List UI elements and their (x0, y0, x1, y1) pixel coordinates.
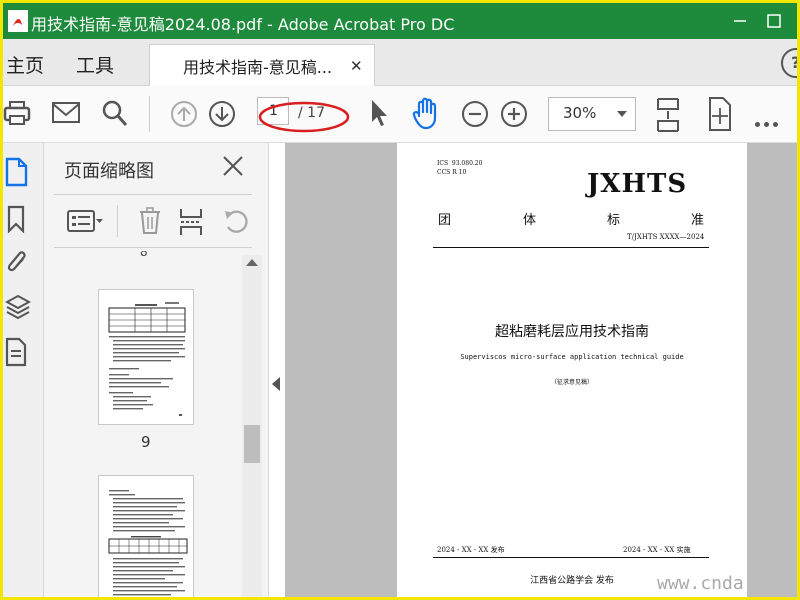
document-properties-icon[interactable] (5, 337, 27, 367)
maximize-icon[interactable] (759, 9, 789, 33)
thumbnail-list[interactable]: 8 9 (44, 251, 240, 597)
annotation-ellipse (258, 101, 350, 133)
implement-date: 2024 - XX - XX 实施 (623, 546, 691, 554)
thumbnail-page-number: 8 (140, 251, 148, 259)
mail-icon[interactable] (51, 100, 81, 126)
panel-toolbar (44, 199, 268, 243)
attachment-icon[interactable] (5, 247, 29, 277)
ics-code: ICS 93.080.20 CCS R 10 (437, 160, 483, 176)
document-viewer[interactable]: ICS 93.080.20 CCS R 10 JXHTS 团 体 标 准 T/J… (285, 143, 797, 597)
watermark: www.cnda (657, 573, 744, 594)
page-up-icon[interactable] (170, 100, 198, 128)
help-icon[interactable]: ? (781, 48, 800, 78)
group-standard-char: 体 (523, 213, 537, 228)
hand-tool-icon[interactable] (411, 96, 441, 130)
tab-document[interactable]: 用技术指南-意见稿... ✕ (149, 44, 375, 86)
document-subtitle: Superviscos micro-surface application te… (460, 353, 684, 361)
tab-home[interactable]: 主页 (6, 51, 44, 78)
draft-note: （征求意见稿） (550, 379, 593, 386)
tab-bar: 主页 工具 用技术指南-意见稿... ✕ ? (3, 39, 797, 86)
thumbnail-page-number: 9 (141, 433, 151, 451)
zoom-out-icon[interactable] (461, 100, 489, 128)
page-thumbnails-panel: 页面缩略图 8 9 (44, 143, 269, 597)
group-standard-char: 团 (438, 213, 452, 228)
footer-rule (433, 557, 709, 558)
minimize-icon[interactable] (725, 9, 755, 33)
scroll-up-icon[interactable] (246, 259, 258, 266)
page-down-icon[interactable] (208, 100, 236, 128)
scroll-thumb[interactable] (244, 425, 260, 463)
layers-icon[interactable] (5, 293, 31, 321)
panel-divider (54, 247, 252, 248)
chevron-down-icon (617, 111, 627, 117)
navigation-rail (3, 143, 44, 597)
page-options-icon[interactable] (66, 209, 104, 233)
collapse-panel-icon[interactable] (272, 377, 280, 391)
window-title: 用技术指南-意见稿2024.08.pdf - Adobe Acrobat Pro… (31, 15, 455, 34)
group-standard-char: 标 (607, 213, 621, 228)
bookmark-icon[interactable] (7, 205, 25, 233)
document-page: ICS 93.080.20 CCS R 10 JXHTS 团 体 标 准 T/J… (397, 143, 747, 597)
zoom-level-value: 30% (563, 104, 597, 122)
document-title: 超粘磨耗层应用技术指南 (495, 324, 649, 340)
rotate-view-icon[interactable] (705, 96, 735, 132)
more-icon[interactable] (755, 112, 782, 131)
publish-date: 2024 - XX - XX 发布 (437, 546, 505, 554)
print-icon[interactable] (3, 96, 31, 130)
tab-close-icon[interactable]: ✕ (350, 57, 363, 75)
standard-brand: JXHTS (587, 169, 688, 199)
thumbnail-page-10[interactable] (98, 475, 194, 597)
delete-page-icon[interactable] (138, 207, 162, 235)
main-toolbar: 1 / 17 30% (3, 86, 797, 143)
insert-page-icon[interactable] (178, 207, 204, 237)
title-bar: 用技术指南-意见稿2024.08.pdf - Adobe Acrobat Pro… (3, 3, 797, 39)
panel-divider (54, 194, 252, 195)
panel-title: 页面缩略图 (64, 161, 154, 182)
standard-number: T/JXHTS XXXX—2024 (627, 233, 705, 241)
search-icon[interactable] (101, 98, 129, 128)
thumbnail-page-10-content (108, 490, 188, 596)
zoom-level-select[interactable]: 30% (548, 97, 636, 131)
fit-page-icon[interactable] (655, 96, 681, 134)
acrobat-logo-icon (8, 10, 28, 32)
thumbnail-page-9[interactable] (98, 289, 194, 425)
tab-tools[interactable]: 工具 (76, 51, 114, 78)
panel-close-icon[interactable] (222, 155, 244, 177)
panel-toolbar-divider (117, 205, 118, 237)
thumbnail-page-9-content (108, 302, 186, 416)
thumbnails-icon[interactable] (5, 157, 29, 187)
help-glyph: ? (791, 53, 800, 72)
app-window: 用技术指南-意见稿2024.08.pdf - Adobe Acrobat Pro… (0, 0, 800, 600)
undo-icon[interactable] (222, 207, 250, 235)
select-cursor-icon[interactable] (369, 98, 389, 128)
toolbar-divider (149, 96, 150, 132)
tab-document-label: 用技术指南-意见稿... (183, 58, 333, 77)
zoom-in-icon[interactable] (500, 100, 528, 128)
header-rule (433, 247, 709, 248)
group-standard-char: 准 (691, 213, 705, 228)
thumbnail-scrollbar[interactable] (242, 255, 262, 597)
